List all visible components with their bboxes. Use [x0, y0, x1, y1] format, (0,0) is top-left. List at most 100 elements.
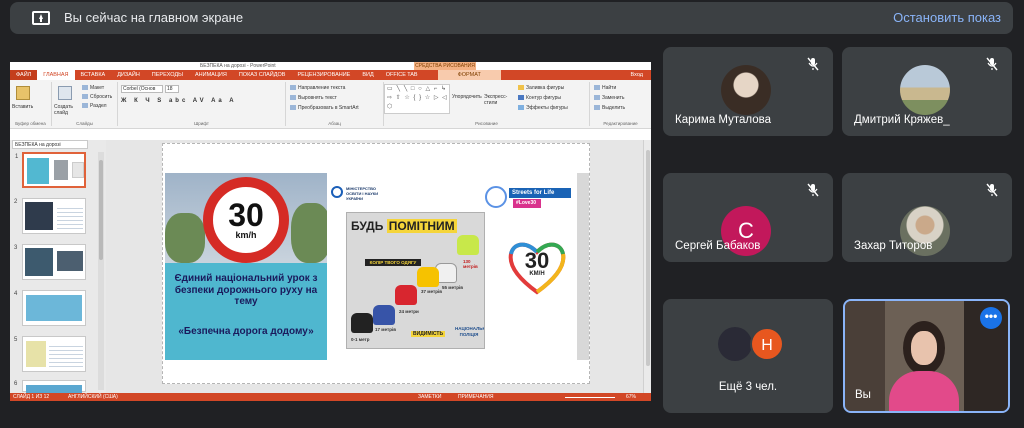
thumb-block — [72, 162, 84, 178]
un-logo — [485, 186, 507, 208]
doc-tab[interactable]: БЕЗПЕКА на дорозі — [12, 140, 88, 149]
express-styles-button[interactable]: Экспресс-стили — [484, 94, 512, 106]
shape-fill-button[interactable]: Заливка фигуры — [518, 85, 564, 91]
slides-label: Слайды — [76, 121, 93, 126]
slide-counter: СЛАЙД 1 ИЗ 12 — [13, 394, 50, 400]
group-font: Corbel (Основ 18 Ж К Ч S abc AV Aa A Шри… — [118, 82, 286, 126]
new-slide-button[interactable]: Создать слайд — [54, 104, 78, 116]
tab-format[interactable]: ФОРМАТ — [437, 70, 501, 80]
align-text-button[interactable]: Выровнять текст — [290, 95, 337, 101]
participant-name: Вы — [855, 389, 871, 401]
participant-tile[interactable]: С Сергей Бабаков — [663, 173, 833, 262]
thumb-block — [54, 160, 68, 180]
find-button[interactable]: Найти — [594, 85, 616, 91]
drawing-tools-label: СРЕДСТВА РИСОВАНИЯ — [414, 62, 476, 70]
more-options-icon[interactable]: ••• — [980, 307, 1002, 329]
participant-tile[interactable]: Захар Титоров — [842, 173, 1012, 262]
clipboard-label: Буфер обмена — [15, 121, 46, 126]
comments-button[interactable]: ПРИМЕЧАНИЯ — [458, 393, 494, 401]
tab-animation[interactable]: АНИМАЦИЯ — [189, 72, 233, 78]
outline-label: Контур фигуры — [526, 95, 561, 101]
language-indicator[interactable]: АНГЛИЙСКИЙ (США) — [68, 393, 118, 401]
person-shirt — [889, 371, 959, 411]
poster-title-part: БУДЬ — [351, 219, 387, 233]
zoom-slider[interactable] — [565, 397, 615, 398]
more-participants-tile[interactable]: Н Ещё 3 чел. — [663, 299, 833, 413]
smartart-button[interactable]: Преобразовать в SmartArt — [290, 105, 359, 111]
tree — [291, 203, 327, 263]
text-direction-button[interactable]: Направление текста — [290, 85, 345, 91]
lesson-panel: 30 km/h Єдиний національний урок з безпе… — [165, 173, 327, 360]
tab-review[interactable]: РЕЦЕНЗИРОВАНИЕ — [291, 72, 356, 78]
slide-number: 5 — [14, 337, 18, 343]
thumb-block — [25, 202, 53, 230]
arrange-button[interactable]: Упорядочить — [452, 94, 482, 100]
notes-button[interactable]: ЗАМЕТКИ — [418, 393, 441, 401]
select-button[interactable]: Выделить — [594, 105, 625, 111]
tab-slideshow[interactable]: ПОКАЗ СЛАЙДОВ — [233, 72, 292, 78]
slide-thumb-2[interactable]: 2 — [14, 198, 86, 234]
replace-button[interactable]: Заменить — [594, 95, 624, 101]
distance-label: 55 метрів — [442, 285, 463, 290]
layout-button[interactable]: Макет — [82, 85, 104, 91]
replace-label: Заменить — [602, 95, 625, 101]
speed-limit-unit: km/h — [235, 230, 257, 240]
love30-heart: 30 KM/H — [505, 234, 569, 298]
tab-home[interactable]: ГЛАВНАЯ — [37, 70, 75, 80]
thumbs-scrollbar[interactable] — [98, 152, 104, 390]
tab-view[interactable]: ВИД — [356, 72, 379, 78]
slide-thumb-1[interactable]: 1 — [15, 152, 86, 188]
tab-transitions[interactable]: ПЕРЕХОДЫ — [146, 72, 189, 78]
slide-number: 3 — [14, 245, 18, 251]
font-group-label: Шрифт — [194, 121, 209, 126]
ribbon-home: Вставить Буфер обмена Создать слайд Маке… — [10, 80, 651, 129]
slide-side-bar — [577, 173, 589, 360]
font-format-buttons[interactable]: Ж К Ч S abc AV Aa A — [121, 98, 237, 104]
streets-for-life-banner: Streets for Life — [509, 188, 571, 198]
tab-insert[interactable]: ВСТАВКА — [75, 72, 112, 78]
reset-button[interactable]: Сбросить — [82, 94, 112, 100]
self-view-tile[interactable]: ••• Вы — [843, 299, 1010, 413]
tab-file[interactable]: ФАЙЛ — [10, 70, 38, 80]
slide-thumb-4[interactable]: 4 — [14, 290, 86, 326]
mic-off-icon — [807, 183, 819, 197]
smartart-icon — [290, 105, 296, 111]
section-button[interactable]: Раздел — [82, 103, 107, 109]
text-direction-label: Направление текста — [298, 85, 346, 91]
paste-button[interactable]: Вставить — [12, 104, 33, 110]
font-size-select[interactable]: 18 — [165, 85, 179, 93]
shape-outline-button[interactable]: Контур фигуры — [518, 95, 561, 101]
participant-tile[interactable]: Дмитрий Кряжев_ — [842, 47, 1012, 136]
mic-off-icon — [986, 183, 998, 197]
participant-tile[interactable]: Карима Муталова — [663, 47, 833, 136]
jacket-red — [395, 285, 417, 305]
slide-thumb-3[interactable]: 3 — [14, 244, 86, 280]
tab-design[interactable]: ДИЗАЙН — [111, 72, 146, 78]
stop-presenting-button[interactable]: Остановить показ — [893, 10, 1001, 25]
jacket-yellow — [417, 267, 439, 287]
zoom-level[interactable]: 67% — [626, 393, 636, 401]
ppt-statusbar: СЛАЙД 1 ИЗ 12 АНГЛИЙСКИЙ (США) ЗАМЕТКИ П… — [10, 393, 651, 401]
avatar: Н — [750, 327, 784, 361]
love30-tag: #Love30 — [513, 199, 541, 208]
slide-thumb-6[interactable]: 6 — [14, 380, 86, 393]
effects-label: Эффекты фигуры — [526, 105, 568, 111]
group-paragraph: Направление текста Выровнять текст Преоб… — [286, 82, 384, 126]
slide-thumb-5[interactable]: 5 — [14, 336, 86, 372]
group-editing: Найти Заменить Выделить Редактирование — [590, 82, 651, 126]
thumb-block — [57, 205, 83, 229]
tab-office-tab[interactable]: OFFICE TAB — [380, 72, 424, 78]
thumb-block — [26, 341, 46, 367]
ppt-titlebar: БЕЗПЕКА на дорозі - PowerPoint СРЕДСТВА … — [10, 62, 651, 70]
be-visible-poster: БУДЬ ПОМІТНИМ КОЛІР ТВОГО ОДЯГУ 0-1 метр… — [346, 212, 485, 349]
avatar — [900, 65, 950, 115]
canvas-scrollbar[interactable] — [643, 140, 651, 393]
present-screen-icon — [32, 11, 50, 25]
signin-link[interactable]: Вход — [625, 72, 649, 78]
font-name-select[interactable]: Corbel (Основ — [121, 85, 163, 93]
avatar-stack: Н — [718, 327, 784, 361]
lesson-topic: «Безпечна дорога додому» — [178, 326, 314, 337]
shape-effects-button[interactable]: Эффекты фигуры — [518, 105, 568, 111]
current-slide[interactable]: 30 km/h Єдиний національний урок з безпе… — [162, 143, 590, 384]
participant-name: Захар Титоров — [854, 240, 933, 252]
